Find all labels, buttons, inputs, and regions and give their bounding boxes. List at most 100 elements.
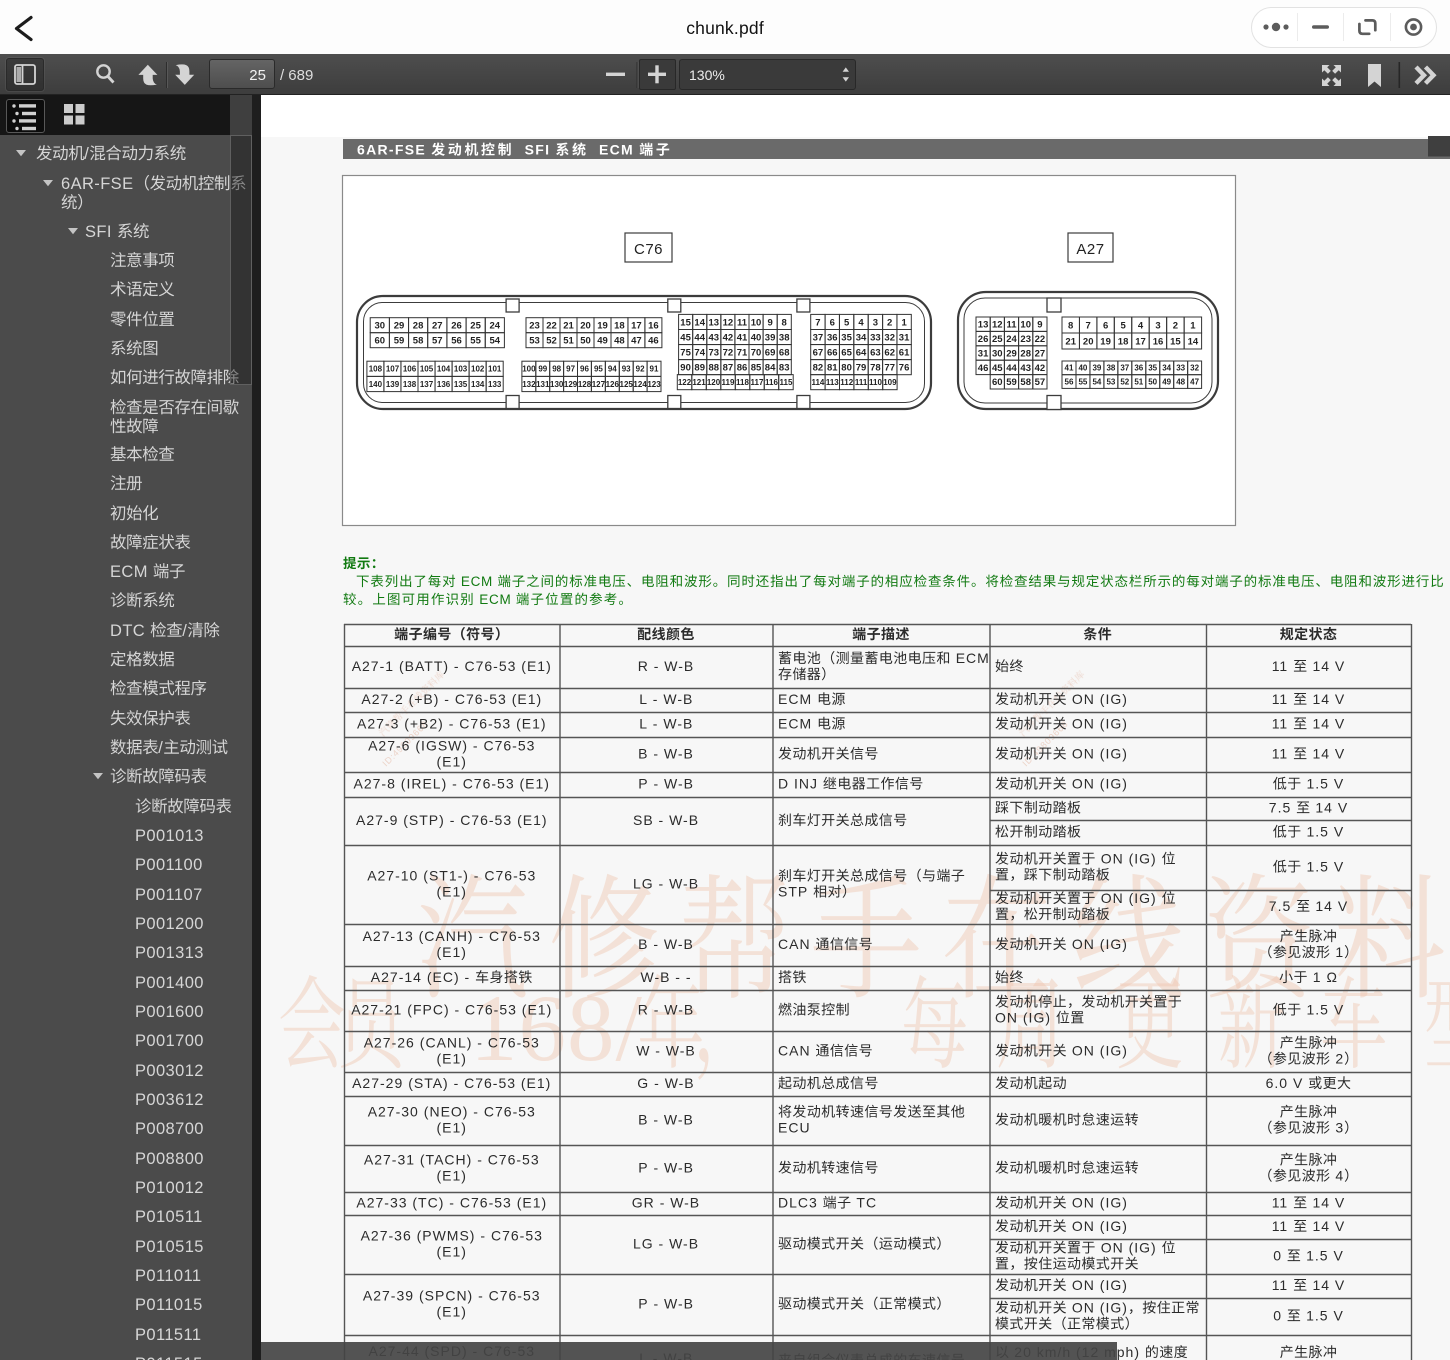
svg-text:-: - (659, 876, 665, 892)
svg-text:104: 104 (437, 365, 451, 374)
svg-text:120: 120 (707, 378, 721, 387)
svg-text:0: 0 (1273, 1308, 1282, 1324)
svg-text:W-B: W-B (664, 936, 694, 952)
svg-text:30: 30 (992, 348, 1003, 359)
svg-text:2: 2 (1173, 320, 1178, 331)
svg-text:(TC): (TC) (412, 1195, 444, 1211)
svg-text:100: 100 (522, 365, 536, 374)
svg-text:-: - (653, 1112, 659, 1128)
svg-text:115: 115 (780, 378, 793, 387)
svg-text:90: 90 (680, 363, 691, 374)
svg-text:106: 106 (403, 365, 417, 374)
svg-text:129: 129 (564, 380, 578, 389)
svg-text:A27-6: A27-6 (368, 738, 410, 754)
svg-text:C76-53: C76-53 (459, 716, 511, 732)
svg-text:LG: LG (633, 1236, 654, 1252)
svg-text:57: 57 (432, 336, 443, 347)
svg-text:(E1): (E1) (437, 1051, 467, 1067)
svg-text:ON: ON (1072, 1195, 1095, 1211)
svg-text:111: 111 (855, 378, 868, 387)
svg-text:A27-21: A27-21 (351, 1002, 402, 1018)
svg-text:W-B: W-B (664, 776, 694, 792)
svg-text:52: 52 (1120, 377, 1129, 386)
svg-text:75: 75 (680, 348, 691, 359)
svg-text:P001600: P001600 (135, 1003, 204, 1021)
svg-text:131: 131 (536, 380, 550, 389)
svg-text:55: 55 (470, 336, 481, 347)
svg-text:130%: 130% (689, 67, 725, 83)
svg-text:(IG): (IG) (1100, 716, 1128, 732)
svg-text:64: 64 (856, 348, 867, 359)
svg-text:(E1): (E1) (512, 691, 542, 707)
svg-text:39: 39 (765, 332, 776, 343)
svg-text:(STA): (STA) (408, 1075, 449, 1091)
svg-text:10: 10 (1020, 320, 1031, 331)
svg-text:ON: ON (1101, 851, 1124, 867)
svg-text:W-B: W-B (665, 1075, 695, 1091)
svg-text:B: B (638, 936, 648, 952)
svg-text:99: 99 (538, 365, 547, 374)
svg-text:16: 16 (648, 321, 659, 332)
svg-text:102: 102 (471, 365, 485, 374)
svg-text:14: 14 (1313, 746, 1331, 762)
svg-text:-: - (444, 691, 450, 707)
svg-text:(IG): (IG) (1100, 691, 1128, 707)
svg-text:A27-1: A27-1 (352, 658, 394, 674)
svg-text:24: 24 (1006, 334, 1017, 345)
svg-text:V: V (1335, 658, 1345, 674)
svg-text:(STP): (STP) (403, 812, 445, 828)
svg-text:(E1): (E1) (437, 944, 467, 960)
svg-text:W-B: W-B (663, 716, 693, 732)
svg-text:(E1): (E1) (437, 884, 467, 900)
svg-text:P003612: P003612 (135, 1091, 204, 1109)
svg-text:V: V (1334, 1308, 1344, 1324)
svg-text:109: 109 (883, 378, 897, 387)
svg-text:P001100: P001100 (135, 856, 203, 874)
svg-text:94: 94 (608, 365, 617, 374)
svg-text:73: 73 (709, 348, 720, 359)
svg-text:V: V (1335, 691, 1345, 707)
svg-text:140: 140 (369, 380, 383, 389)
svg-text:11: 11 (1272, 716, 1289, 732)
svg-text:63: 63 (870, 348, 881, 359)
svg-text:-: - (655, 1043, 661, 1059)
svg-text:(IG): (IG) (1129, 890, 1157, 906)
svg-text:14: 14 (1313, 1195, 1331, 1211)
svg-text:139: 139 (386, 380, 400, 389)
svg-text:-: - (450, 812, 456, 828)
svg-text:V: V (1334, 1002, 1344, 1018)
svg-text:29: 29 (1006, 348, 1017, 359)
svg-text:(IGSW): (IGSW) (415, 738, 468, 754)
svg-text:20: 20 (580, 321, 591, 332)
svg-text:65: 65 (841, 348, 852, 359)
svg-text:V: V (1335, 716, 1345, 732)
svg-text:96: 96 (580, 365, 589, 374)
svg-text:116: 116 (765, 378, 778, 387)
svg-text:A27-26: A27-26 (364, 1035, 415, 1051)
svg-text:/: / (182, 622, 187, 640)
svg-text:117: 117 (751, 378, 764, 387)
svg-text:W-B: W-B (669, 876, 699, 892)
svg-text:-: - (653, 691, 659, 707)
svg-text:17: 17 (631, 321, 642, 332)
svg-text:A27: A27 (1076, 241, 1104, 258)
svg-text:11: 11 (737, 317, 748, 328)
svg-text:42: 42 (1035, 363, 1046, 374)
svg-text:(FPC): (FPC) (407, 1002, 449, 1018)
svg-text:48: 48 (614, 336, 625, 347)
svg-text:C76-53: C76-53 (460, 812, 512, 828)
svg-text:ON: ON (1072, 716, 1095, 732)
svg-text:P010012: P010012 (135, 1179, 204, 1197)
svg-text:89: 89 (694, 363, 705, 374)
svg-text:(IG): (IG) (1100, 746, 1128, 762)
svg-text:W: W (636, 1043, 650, 1059)
svg-text:53: 53 (1106, 377, 1115, 386)
svg-text:P003012: P003012 (135, 1062, 204, 1080)
svg-text:48: 48 (1176, 377, 1185, 386)
svg-text:CAN: CAN (778, 1043, 811, 1059)
svg-text:32: 32 (1190, 364, 1199, 373)
svg-text:/: / (158, 739, 163, 757)
svg-text:47: 47 (631, 336, 642, 347)
svg-text:76: 76 (899, 363, 910, 374)
svg-text:D: D (778, 776, 789, 792)
